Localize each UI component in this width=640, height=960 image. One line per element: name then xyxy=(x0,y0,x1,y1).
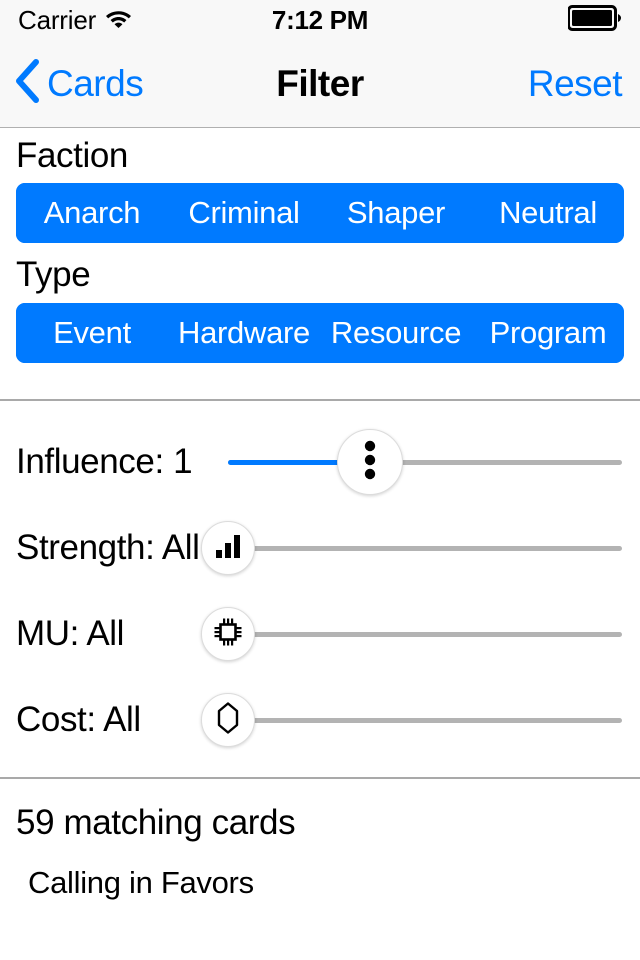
cost-track[interactable] xyxy=(228,717,622,723)
strength-bars-icon xyxy=(214,533,242,564)
battery-full-icon xyxy=(567,4,622,36)
influence-slider-row: Influence: 1 xyxy=(0,419,640,505)
influence-slider[interactable] xyxy=(228,419,622,505)
navigation-bar: Cards Filter Reset xyxy=(0,40,640,128)
status-bar-left: Carrier xyxy=(18,5,272,36)
faction-segment-neutral[interactable]: Neutral xyxy=(472,183,624,243)
reset-button[interactable]: Reset xyxy=(528,63,623,105)
carrier-label: Carrier xyxy=(18,4,97,35)
cost-slider-thumb[interactable] xyxy=(201,693,255,747)
type-segment-event[interactable]: Event xyxy=(16,303,168,363)
mu-slider[interactable] xyxy=(201,591,622,677)
type-segmented-control[interactable]: Event Hardware Resource Program xyxy=(16,303,624,363)
mu-slider-thumb[interactable] xyxy=(201,607,255,661)
influence-slider-thumb[interactable] xyxy=(336,429,403,495)
faction-segment-shaper[interactable]: Shaper xyxy=(320,183,472,243)
cost-label: Cost: All xyxy=(16,700,141,739)
type-heading: Type xyxy=(16,255,91,294)
status-bar-clock: 7:12 PM xyxy=(271,4,369,35)
matching-cards-count: 59 matching cards xyxy=(16,803,296,842)
cost-slider[interactable] xyxy=(201,677,622,763)
filter-content: Faction Anarch Criminal Shaper Neutral T… xyxy=(0,129,640,901)
status-bar-right xyxy=(368,4,622,36)
influence-pips-icon xyxy=(355,438,385,487)
list-item[interactable]: Calling in Favors xyxy=(0,843,640,901)
status-bar: Carrier 7:12 PM xyxy=(0,0,640,40)
strength-slider[interactable] xyxy=(201,505,622,591)
type-segment-resource[interactable]: Resource xyxy=(320,303,472,363)
type-section-header: Type xyxy=(0,243,640,303)
spacer-above-sliders xyxy=(0,363,640,399)
wifi-icon xyxy=(105,8,132,33)
strength-slider-thumb[interactable] xyxy=(201,521,255,575)
faction-segmented-control[interactable]: Anarch Criminal Shaper Neutral xyxy=(16,183,624,243)
strength-label: Strength: All xyxy=(16,528,200,567)
faction-segment-anarch[interactable]: Anarch xyxy=(16,183,168,243)
credit-hexagon-icon xyxy=(217,701,239,739)
type-segment-program[interactable]: Program xyxy=(472,303,624,363)
faction-heading: Faction xyxy=(16,136,128,175)
strength-track[interactable] xyxy=(228,545,622,551)
faction-segment-criminal[interactable]: Criminal xyxy=(168,183,320,243)
status-bar-center: 7:12 PM xyxy=(272,5,368,36)
results-section: 59 matching cards Calling in Favors xyxy=(0,779,640,901)
mu-track[interactable] xyxy=(228,631,622,637)
influence-label: Influence: 1 xyxy=(16,442,193,481)
cost-slider-row: Cost: All xyxy=(0,677,640,763)
mu-label: MU: All xyxy=(16,614,125,653)
mu-slider-row: MU: All xyxy=(0,591,640,677)
strength-slider-row: Strength: All xyxy=(0,505,640,591)
faction-section-header: Faction xyxy=(0,129,640,183)
memory-chip-icon xyxy=(213,617,243,652)
type-segment-hardware[interactable]: Hardware xyxy=(168,303,320,363)
filter-screen: Carrier 7:12 PM Cards Filter Reset Facti… xyxy=(0,0,640,960)
